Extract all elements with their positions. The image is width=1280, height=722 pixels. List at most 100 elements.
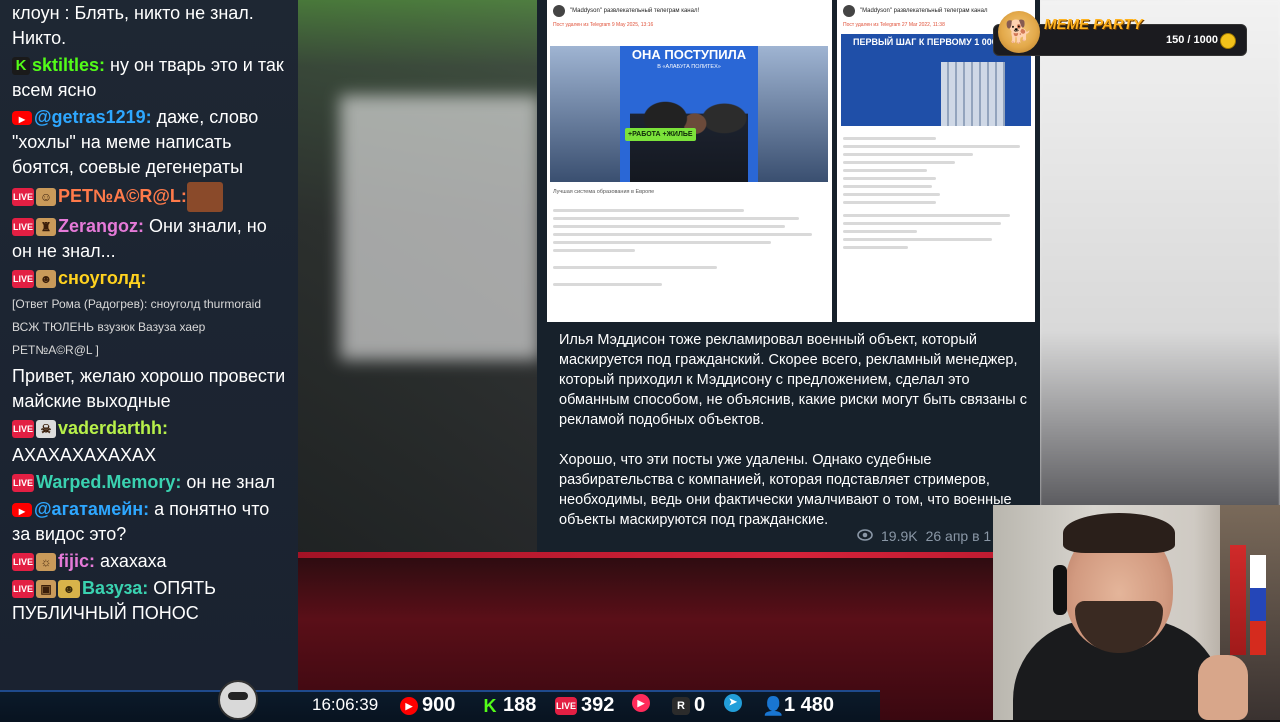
chat-message: LIVE ☺ PET№A©R@L: (0, 181, 298, 213)
eye-icon (857, 528, 873, 544)
vk-count: 392 (581, 694, 615, 716)
vk-live-icon: LIVE (12, 474, 34, 493)
post-views: 19.9K (881, 528, 918, 544)
shot-header: "Maddyson" развлекательный телеграм кана… (547, 0, 832, 22)
meme-party-title: MEME PARTY (1044, 16, 1143, 33)
chat-text: [Ответ Рома (Радогрев): сноуголд thurmor… (12, 297, 262, 357)
total-count: 1 480 (784, 694, 835, 716)
youtube-icon: ▶ (632, 694, 650, 712)
channel-name: "Maddyson" развлекательный телеграм кана… (570, 8, 700, 14)
cam-flag (1250, 555, 1266, 655)
telegram-icon: ➤ (724, 694, 742, 712)
promo-side-right (758, 46, 828, 182)
kick-icon: K (12, 57, 30, 76)
chat-text: Привет, желаю хорошо провести майские вы… (12, 366, 286, 411)
promo-image: ОНА ПОСТУПИЛА В «АЛАБУГА ПОЛИТЕХ» +РАБОТ… (550, 46, 828, 182)
vk-live-icon: LIVE (12, 553, 34, 572)
vk-live-icon: LIVE (12, 188, 34, 206)
mask-avatar (218, 680, 258, 720)
kick-viewers: K 188 (481, 694, 537, 717)
vk-viewers: LIVE 392 (555, 694, 614, 717)
vk-live-icon: LIVE (12, 420, 34, 439)
meme-party-progress: 150 / 1000 (1166, 34, 1218, 46)
coin-icon (1220, 33, 1236, 49)
shot-body-lines (553, 204, 826, 291)
total-viewers: 👤 1 480 (762, 694, 834, 717)
post-text: Илья Мэддисон тоже рекламировал военный … (559, 330, 1029, 550)
chat-nick[interactable]: vaderdarthh: (58, 418, 168, 438)
chat-nick[interactable]: Warped.Memory: (36, 472, 181, 492)
kick-count: 188 (503, 694, 537, 716)
chat-nick[interactable]: @агатамейн: (34, 499, 149, 519)
doge-icon: 🐕 (998, 11, 1040, 53)
chat-nick[interactable]: sktiltles: (32, 55, 105, 75)
chat-message: Привет, желаю хорошо провести майские вы… (0, 363, 298, 415)
vk-live-icon: LIVE (12, 270, 34, 289)
rutube-count: 0 (694, 694, 706, 716)
chat-text: клоун : Блять, никто не знал. Никто. (12, 3, 254, 48)
chat-message: ▶ @getras1219: даже, слово "хохлы" на мем… (0, 104, 298, 181)
stream-chat[interactable]: клоун : Блять, никто не знал. Никто. Ksk… (0, 0, 298, 720)
cam-flag (1230, 545, 1246, 655)
chat-reply: [Ответ Рома (Радогрев): сноуголд thurmor… (0, 292, 298, 363)
promo-banner: ОНА ПОСТУПИЛА В «АЛАБУГА ПОЛИТЕХ» +РАБОТ… (620, 46, 758, 182)
chat-message: клоун : Блять, никто не знал. Никто. (0, 0, 298, 52)
rutube-viewers: R 0 (672, 694, 705, 717)
chat-message: LIVE ☠ vaderdarthh: (0, 415, 298, 442)
channel-name: "Maddyson" развлекательный телеграм кана… (860, 8, 988, 14)
youtube-count: 900 (422, 694, 456, 716)
meme-party-widget: 🐕 MEME PARTY 150 / 1000 (993, 11, 1247, 56)
promo-side-left (550, 46, 620, 182)
emote-icon: ▣ (36, 580, 56, 599)
chat-message: LIVE ☼ fijic: ахахаха (0, 548, 298, 575)
chat-nick[interactable]: Zerangoz: (58, 216, 144, 236)
chat-text: АХАХАХАХАХАХ (12, 445, 157, 465)
chat-nick[interactable]: fijic: (58, 551, 95, 571)
user-icon: 👤 (762, 695, 785, 716)
streamer-hair (1063, 513, 1175, 553)
chat-message: LIVE Warped.Memory: он не знал (0, 469, 298, 496)
shot-body-lines (843, 132, 1029, 254)
chat-message: Ksktiltles: ну он тварь это и так всем я… (0, 52, 298, 104)
blurred-right-panel (1040, 0, 1280, 552)
youtube-viewers: ▶ 900 (400, 694, 455, 717)
youtube-icon: ▶ (400, 696, 418, 715)
chat-message: LIVE ♜ Zerangoz: Они знали, но он не знал.… (0, 213, 298, 265)
promo-building-photo (941, 62, 1005, 126)
chat-message: LIVE ▣ ☻ Вазуза: ОПЯТЬ ПУБЛИЧНЫЙ ПОНОС (0, 575, 298, 627)
emote-icon: ☠ (36, 420, 56, 439)
promo-tag: +РАБОТА +ЖИЛЬЕ (625, 128, 696, 141)
chat-nick[interactable]: Вазуза: (82, 578, 148, 598)
vk-live-icon: LIVE (12, 218, 34, 237)
emote-icon: ☻ (58, 580, 80, 599)
headset-icon (1053, 565, 1067, 615)
post-paragraph: Илья Мэддисон тоже рекламировал военный … (559, 332, 1027, 428)
chat-nick[interactable]: сноуголд: (58, 268, 146, 288)
emote-icon: ☻ (36, 270, 56, 289)
chat-text: он не знал (181, 472, 275, 492)
emote-icon: ☺ (36, 188, 56, 206)
channel-avatar (843, 5, 855, 17)
chat-message: LIVE ☻ сноуголд: (0, 265, 298, 292)
chat-nick[interactable]: @getras1219: (34, 107, 152, 127)
post-date: 26 апр в 1 (925, 528, 992, 544)
kick-icon: K (483, 695, 497, 716)
promo-subtitle: В «АЛАБУГА ПОЛИТЕХ» (657, 64, 721, 70)
emote-icon (186, 182, 223, 212)
webcam-feed (993, 505, 1280, 720)
chat-nick[interactable]: PET№A©R@L: (58, 186, 187, 206)
post-screenshot-left: "Maddyson" развлекательный телеграм кана… (547, 0, 832, 322)
chat-text: ахахаха (95, 551, 167, 571)
youtube-alt: ▶ (632, 694, 650, 712)
shot-deleted-date: Пост удален из Telegram 9 May 2025, 13:1… (553, 22, 654, 28)
blurred-content-panel (340, 95, 540, 360)
telegram-link: ➤ (724, 694, 742, 712)
emote-icon: ☼ (36, 553, 56, 572)
channel-avatar (553, 5, 565, 17)
youtube-icon: ▶ (12, 111, 32, 126)
post-paragraph: Хорошо, что эти посты уже удалены. Однак… (559, 452, 1012, 528)
shot-caption: Лучшая система образования в Европе (553, 189, 655, 195)
youtube-icon: ▶ (12, 503, 32, 518)
telegram-post-card: "Maddyson" развлекательный телеграм кана… (537, 0, 1040, 552)
vk-live-icon: LIVE (555, 696, 577, 715)
